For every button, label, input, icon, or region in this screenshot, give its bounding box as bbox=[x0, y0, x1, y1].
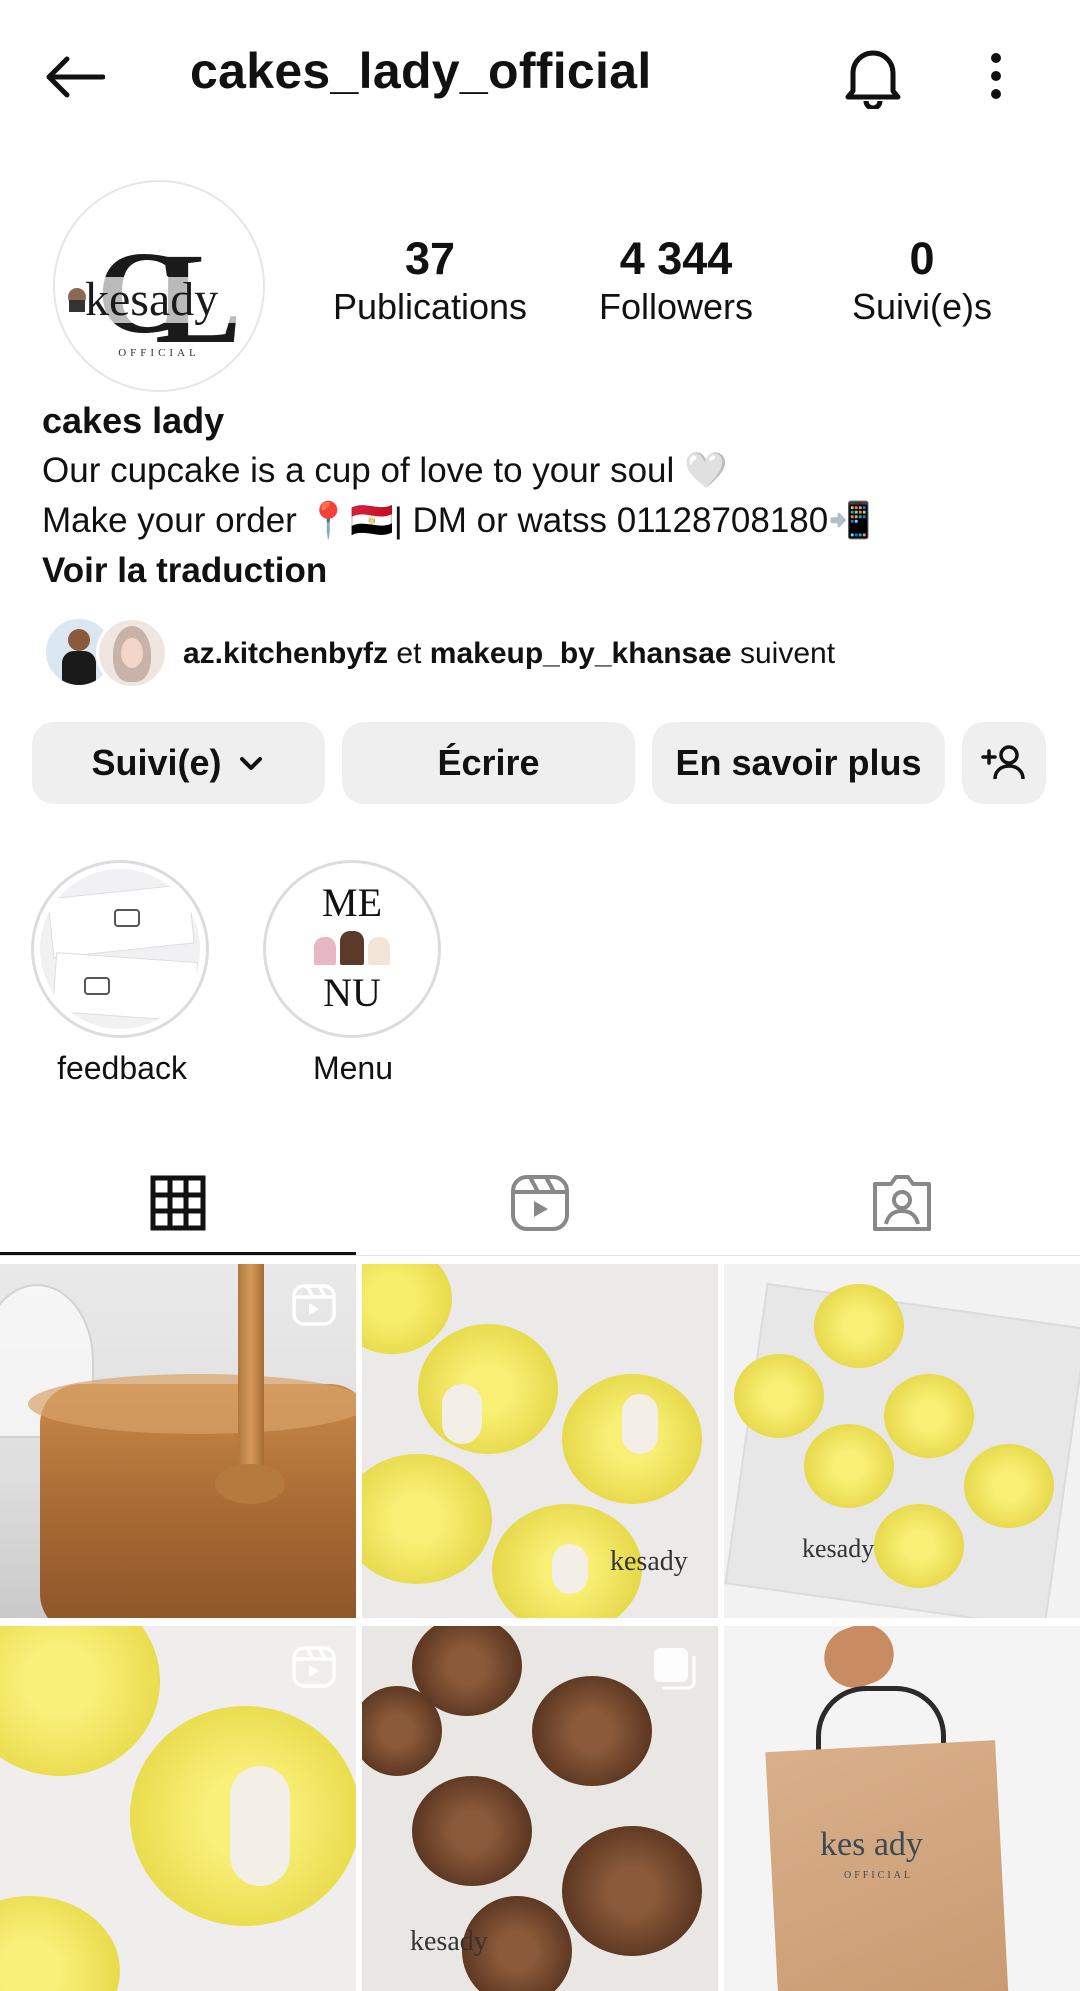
carousel-badge-icon bbox=[654, 1648, 696, 1690]
grid-icon bbox=[150, 1175, 206, 1231]
more-vertical-icon bbox=[991, 53, 1001, 99]
post-tile-5[interactable]: kesady bbox=[362, 1626, 718, 1991]
back-arrow-icon bbox=[46, 56, 105, 98]
stat-posts[interactable]: 37 Publications bbox=[330, 234, 530, 330]
post-tile-2[interactable]: kesady bbox=[362, 1264, 718, 1618]
stat-followers[interactable]: 4 344 Followers bbox=[576, 234, 776, 330]
reel-badge-icon bbox=[292, 1284, 336, 1326]
mutual-and: et bbox=[396, 637, 422, 670]
tab-tagged[interactable] bbox=[724, 1150, 1080, 1256]
reel-badge-icon bbox=[292, 1646, 336, 1688]
mutual-user-2[interactable]: makeup_by_khansae bbox=[430, 637, 732, 670]
highlight-menu[interactable]: ME NU bbox=[263, 860, 443, 1038]
highlight-menu-label: Menu bbox=[312, 1050, 394, 1086]
stat-following-count: 0 bbox=[909, 233, 935, 284]
message-label: Écrire bbox=[437, 742, 540, 783]
suggest-users-button[interactable] bbox=[962, 722, 1046, 804]
notifications-button[interactable] bbox=[838, 40, 908, 114]
message-button[interactable]: Écrire bbox=[342, 722, 635, 804]
tabs-divider bbox=[0, 1255, 1080, 1256]
more-info-button[interactable]: En savoir plus bbox=[652, 722, 945, 804]
back-button[interactable] bbox=[38, 45, 110, 109]
stat-posts-label: Publications bbox=[332, 285, 528, 327]
highlight-feedback-label: feedback bbox=[57, 1050, 187, 1086]
bio-line-1: Our cupcake is a cup of love to your sou… bbox=[42, 451, 728, 490]
watermark-logo: kesady bbox=[802, 1534, 875, 1563]
stat-followers-count: 4 344 bbox=[619, 233, 733, 284]
post-tile-3[interactable]: kesady bbox=[724, 1264, 1080, 1618]
avatar-sub: OFFICIAL bbox=[118, 347, 200, 359]
profile-username: cakes_lady_official bbox=[190, 43, 652, 99]
tab-grid[interactable] bbox=[0, 1150, 356, 1256]
mutual-avatars[interactable] bbox=[44, 617, 168, 689]
bell-icon bbox=[845, 50, 901, 109]
see-translation-link[interactable]: Voir la traduction bbox=[42, 546, 327, 596]
more-info-label: En savoir plus bbox=[675, 742, 922, 783]
highlight-menu-cover: ME NU bbox=[272, 869, 432, 1029]
menu-cover-bottom: NU bbox=[323, 970, 381, 1015]
stat-following-label: Suivi(e)s bbox=[851, 285, 993, 327]
watermark-logo: kesady bbox=[610, 1546, 688, 1577]
menu-cover-top: ME bbox=[322, 880, 382, 925]
svg-text:kesady: kesady bbox=[85, 273, 218, 326]
bag-logo-sub: OFFICIAL bbox=[844, 1870, 914, 1881]
add-user-icon bbox=[981, 745, 1025, 780]
mutual-user-1[interactable]: az.kitchenbyfz bbox=[183, 637, 388, 670]
highlight-feedback-cover bbox=[40, 869, 200, 1029]
stat-followers-label: Followers bbox=[598, 285, 754, 327]
tagged-icon bbox=[873, 1175, 931, 1231]
following-button[interactable]: Suivi(e) bbox=[32, 722, 325, 804]
more-options-button[interactable] bbox=[966, 44, 1026, 108]
cakes-lady-logo: C L kesady OFFICIAL bbox=[55, 227, 263, 371]
mutual-followers-text[interactable]: az.kitchenbyfz et makeup_by_khansae suiv… bbox=[183, 637, 835, 671]
bio-line-2: Make your order 📍🇪🇬| DM or watss 0112870… bbox=[42, 501, 872, 540]
post-tile-1[interactable] bbox=[0, 1264, 356, 1618]
profile-name: cakes lady bbox=[42, 400, 225, 441]
mutual-suffix: suivent bbox=[739, 637, 836, 670]
bag-logo: kes ady bbox=[820, 1826, 923, 1863]
post-tile-6[interactable]: kes ady OFFICIAL bbox=[724, 1626, 1080, 1991]
following-label: Suivi(e) bbox=[91, 742, 222, 783]
stat-following[interactable]: 0 Suivi(e)s bbox=[822, 234, 1022, 330]
chevron-down-icon bbox=[239, 757, 262, 770]
stat-posts-count: 37 bbox=[404, 233, 456, 284]
post-tile-4[interactable] bbox=[0, 1626, 356, 1991]
reels-icon bbox=[511, 1175, 569, 1231]
highlight-feedback[interactable] bbox=[31, 860, 211, 1038]
watermark-logo: kesady bbox=[410, 1926, 488, 1957]
mutual-avatar-2 bbox=[96, 617, 168, 689]
tab-reels[interactable] bbox=[362, 1150, 718, 1256]
profile-avatar[interactable]: C L kesady OFFICIAL bbox=[53, 180, 265, 392]
